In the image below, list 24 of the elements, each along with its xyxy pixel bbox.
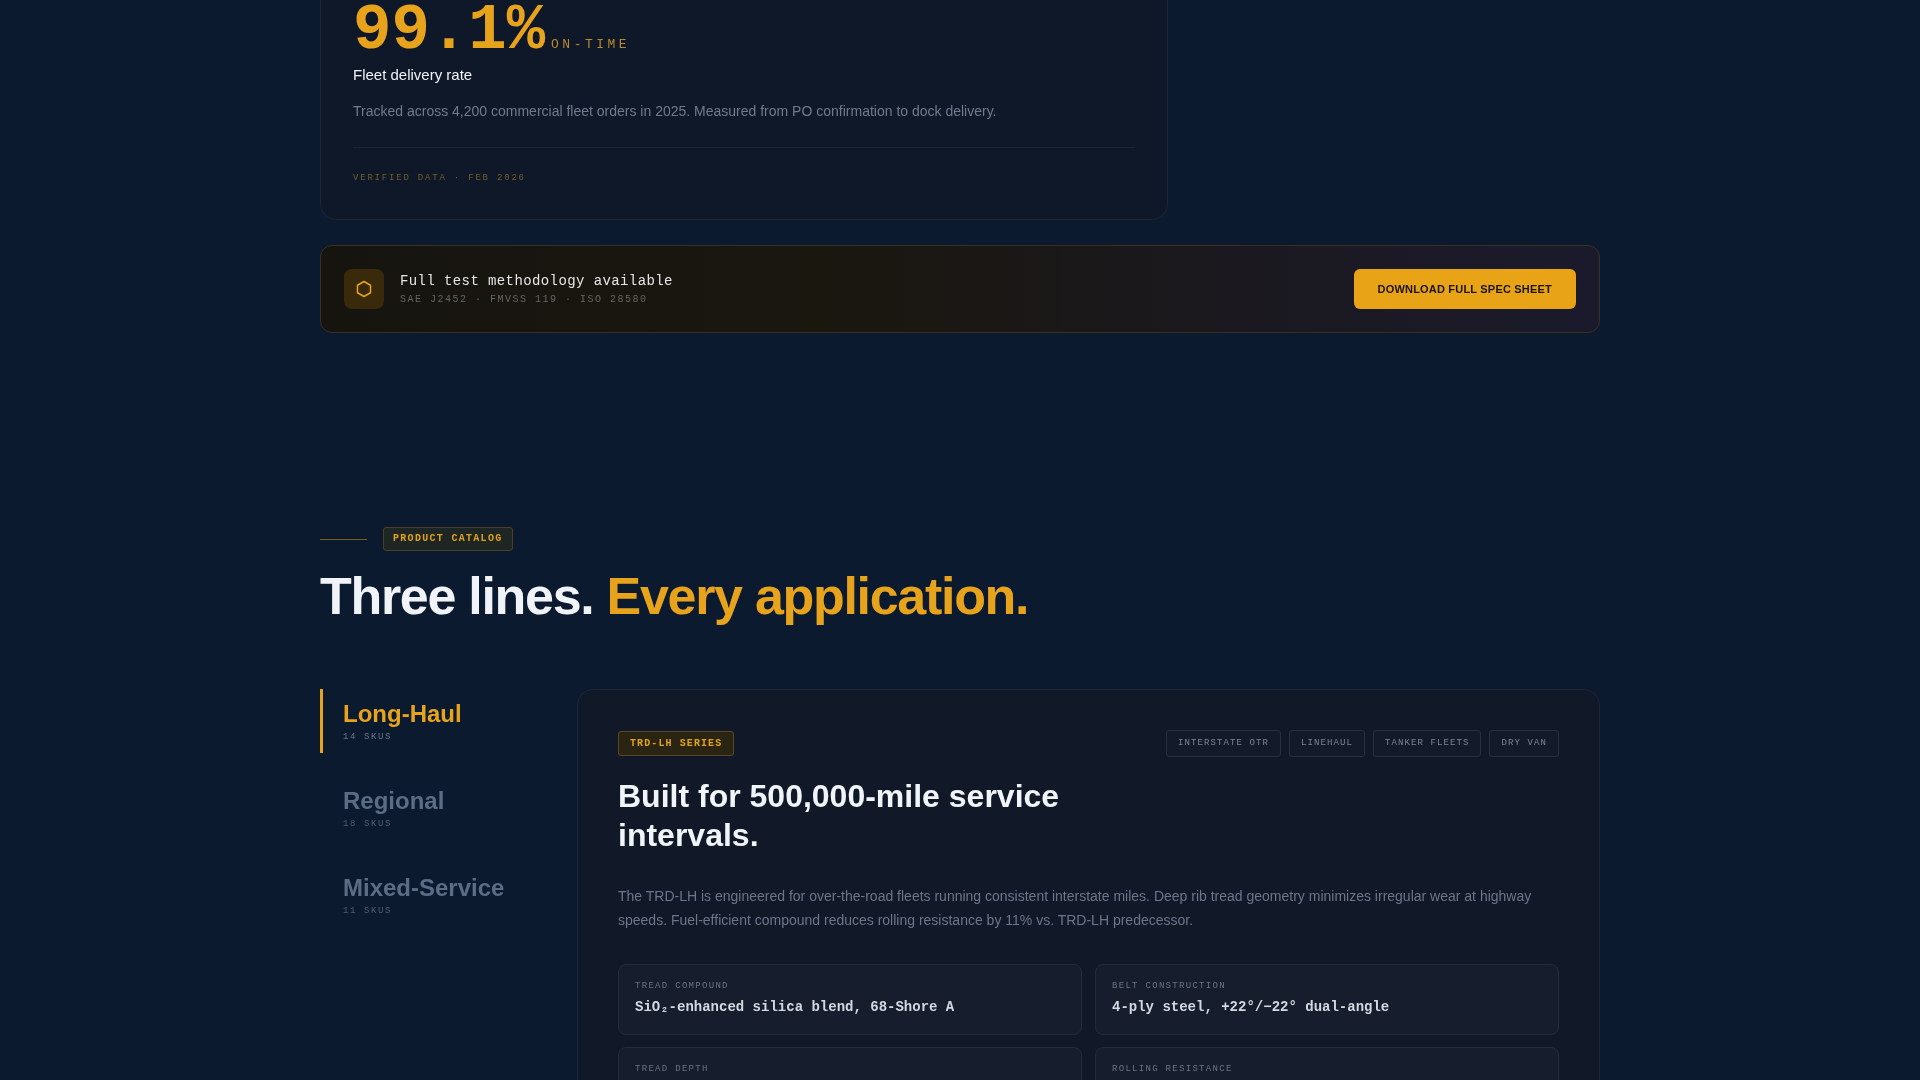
- standards-list: SAE J2452 · FMVSS 119 · ISO 28580: [400, 292, 648, 307]
- spec-value: 4-ply steel, +22°/−22° dual-angle: [1112, 997, 1390, 1017]
- stat-description: Tracked across 4,200 commercial fleet orders in 2025. Measured from PO confirmation to dock delivery.: [353, 102, 998, 121]
- verified-note: VERIFIED DATA · FEB 2026: [353, 172, 527, 185]
- spec-label: ROLLING RESISTANCE: [1112, 1062, 1233, 1075]
- section-heading: Three lines. Every application.: [320, 568, 1030, 625]
- spec-label: TREAD DEPTH: [635, 1062, 709, 1075]
- application-tag: INTERSTATE OTR: [1165, 730, 1281, 757]
- banner-title: Full test methodology available: [400, 271, 673, 291]
- section-label: PRODUCT CATALOG: [383, 527, 513, 551]
- spec-value: SiO₂-enhanced silica blend, 68-Shore A: [635, 997, 955, 1017]
- download-button[interactable]: DOWNLOAD FULL SPEC SHEET: [1353, 269, 1576, 309]
- product-title: Built for 500,000-mile service intervals.: [618, 777, 1061, 856]
- application-tag: TANKER FLEETS: [1372, 730, 1482, 757]
- spec-label: BELT CONSTRUCTION: [1112, 979, 1226, 992]
- application-tag: LINEHAUL: [1288, 730, 1365, 757]
- stat-unit: ON-TIME: [551, 37, 631, 53]
- application-tag: DRY VAN: [1489, 730, 1559, 757]
- series-label: TRD-LH SERIES: [618, 731, 735, 756]
- stat-value: 99.1%: [353, 0, 546, 62]
- stat-label: Fleet delivery rate: [353, 65, 474, 85]
- product-description: The TRD-LH is engineered for over-the-road fleets running consistent interstate miles. Deep rib tread geometry minimizes irregular wear at highway speeds. Fuel-efficient compound reduces rolling resistance by 11% vs. TRD-LH predecessor.: [618, 886, 1533, 930]
- category-tab[interactable]: Long-Haul 14 SKUS: [320, 689, 474, 753]
- spec-label: TREAD COMPOUND: [635, 979, 729, 992]
